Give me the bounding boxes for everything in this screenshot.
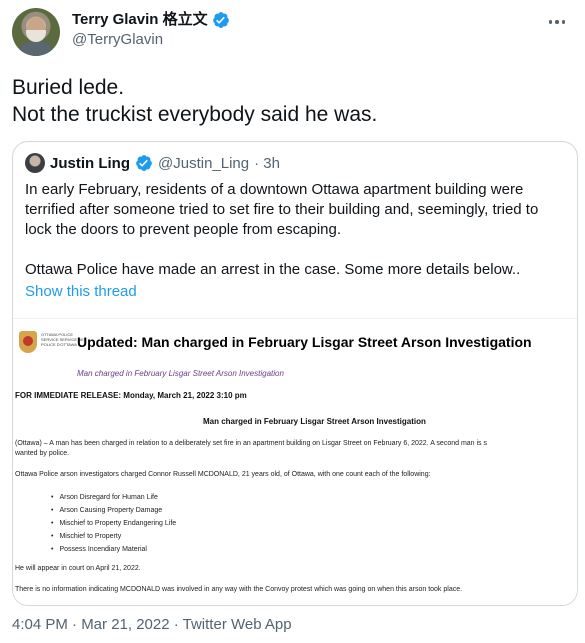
doc-paragraph-1b: wanted by police.: [15, 450, 70, 457]
tweet-line-1: Buried lede.: [12, 76, 125, 99]
doc-charge: Arson Disregard for Human Life: [51, 491, 176, 504]
doc-release-line: FOR IMMEDIATE RELEASE: Monday, March 21,…: [15, 391, 247, 400]
doc-paragraph-4: There is no information indicating MCDON…: [15, 586, 463, 593]
doc-subtitle: Man charged in February Lisgar Street Ar…: [77, 369, 284, 378]
quoted-avatar: [25, 153, 45, 173]
tweet-line-2: Not the truckist everybody said he was.: [12, 103, 378, 126]
author-display-name-row[interactable]: Terry Glavin 格立文: [72, 10, 230, 30]
doc-headline: Updated: Man charged in February Lisgar …: [77, 334, 532, 350]
tweet-timestamp[interactable]: 4:04 PM · Mar 21, 2022 · Twitter Web App: [12, 616, 292, 633]
doc-charges-list: Arson Disregard for Human Life Arson Cau…: [51, 491, 176, 556]
quoted-paragraph-2: Ottawa Police have made an arrest in the…: [25, 261, 521, 278]
doc-paragraph-2: Ottawa Police arson investigators charge…: [15, 471, 431, 478]
doc-charge: Mischief to Property: [51, 530, 176, 543]
verified-icon: [136, 155, 152, 171]
doc-paragraph-1: (Ottawa) – A man has been charged in rel…: [15, 440, 488, 447]
more-icon[interactable]: [546, 12, 568, 32]
quoted-tweet[interactable]: Justin Ling @Justin_Ling · 3h In early F…: [12, 141, 578, 606]
police-badge-icon: [19, 331, 37, 353]
tweet-header: Terry Glavin 格立文 @TerryGlavin: [12, 8, 572, 58]
quoted-time: · 3h: [254, 154, 280, 172]
doc-charge: Arson Causing Property Damage: [51, 504, 176, 517]
doc-paragraph-3: He will appear in court on April 21, 202…: [15, 565, 141, 572]
doc-charge: Possess Incendiary Material: [51, 543, 176, 556]
verified-icon: [212, 12, 229, 28]
author-avatar[interactable]: [12, 8, 60, 56]
author-handle[interactable]: @TerryGlavin: [72, 30, 230, 50]
press-release-image[interactable]: OTTAWA POLICE SERVICE SERVICE DE POLICE …: [13, 318, 577, 605]
quoted-display-name: Justin Ling: [50, 154, 130, 172]
quoted-header: Justin Ling @Justin_Ling · 3h: [25, 153, 280, 173]
author-display-name[interactable]: Terry Glavin 格立文: [72, 10, 208, 30]
quoted-handle: @Justin_Ling: [158, 154, 250, 172]
tweet-text: Buried lede. Not the truckist everybody …: [12, 74, 572, 128]
doc-title: Man charged in February Lisgar Street Ar…: [203, 417, 426, 426]
quoted-paragraph-1: In early February, residents of a downto…: [25, 181, 539, 238]
quoted-text: In early February, residents of a downto…: [25, 180, 565, 300]
doc-charge: Mischief to Property Endangering Life: [51, 517, 176, 530]
author-names: Terry Glavin 格立文 @TerryGlavin: [72, 10, 230, 50]
show-thread-link[interactable]: Show this thread: [25, 283, 137, 300]
